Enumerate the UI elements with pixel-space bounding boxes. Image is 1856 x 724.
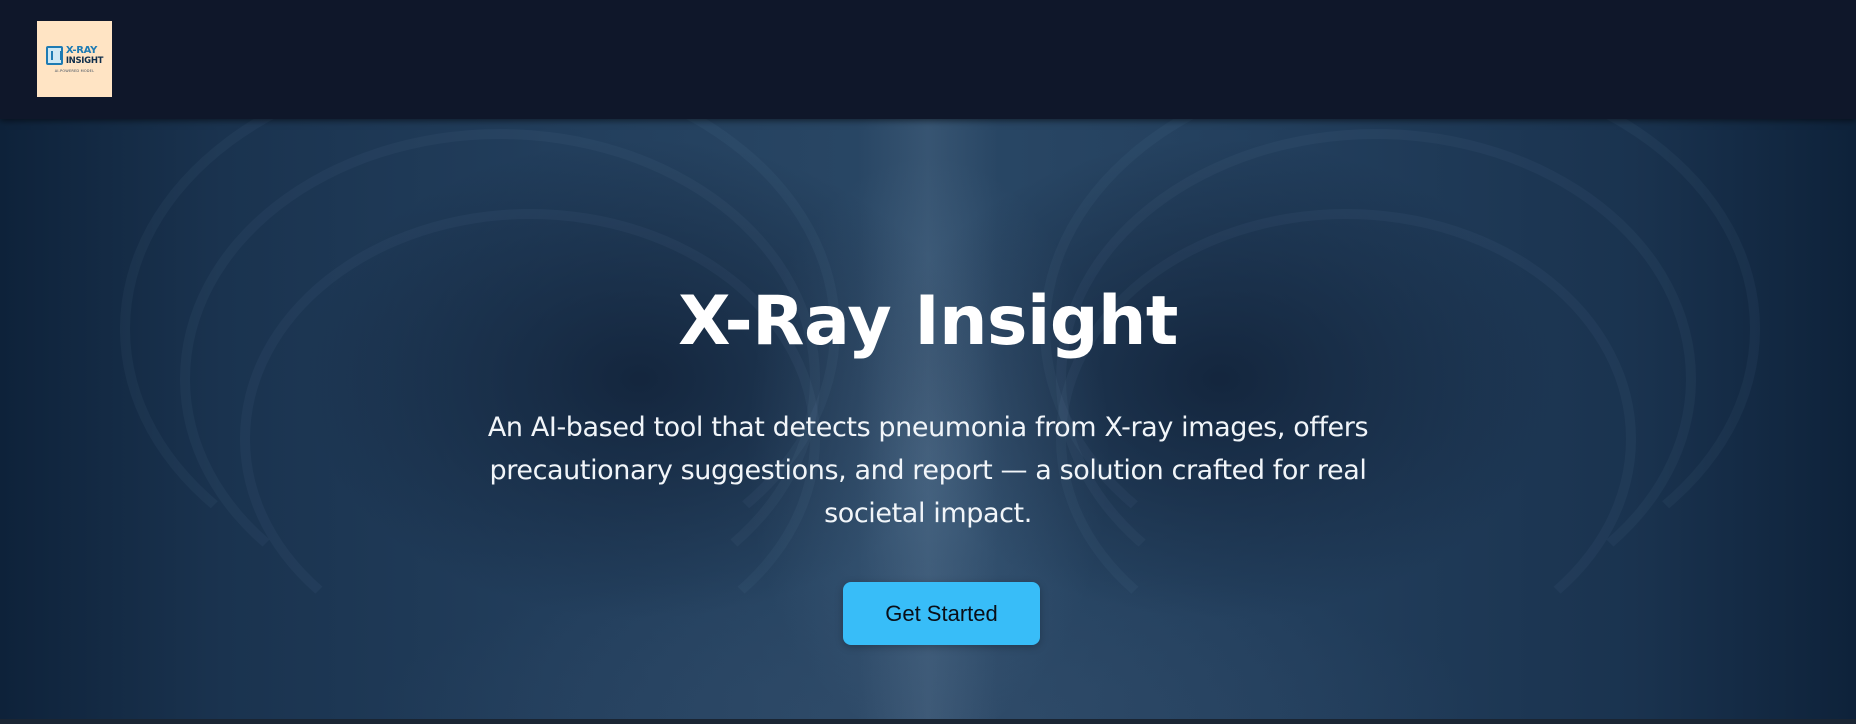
xray-chest-icon — [45, 46, 63, 65]
logo-tagline: AI-POWERED MODEL — [54, 68, 95, 73]
hero-title: X-Ray Insight — [678, 282, 1178, 361]
hero-subtitle: An AI-based tool that detects pneumonia … — [487, 412, 1369, 529]
logo-wordmark: X-RAY INSIGHT — [65, 44, 104, 66]
logo-row: X-RAY INSIGHT — [45, 44, 104, 66]
logo-content: X-RAY INSIGHT AI-POWERED MODEL — [45, 44, 104, 73]
get-started-button[interactable]: Get Started — [843, 582, 1040, 645]
top-navbar: X-RAY INSIGHT AI-POWERED MODEL — [0, 0, 1856, 119]
page-bottom-edge — [0, 719, 1856, 724]
brand-logo[interactable]: X-RAY INSIGHT AI-POWERED MODEL — [37, 21, 112, 97]
logo-line1: X-RAY — [65, 44, 98, 56]
logo-line2: INSIGHT — [65, 55, 104, 66]
